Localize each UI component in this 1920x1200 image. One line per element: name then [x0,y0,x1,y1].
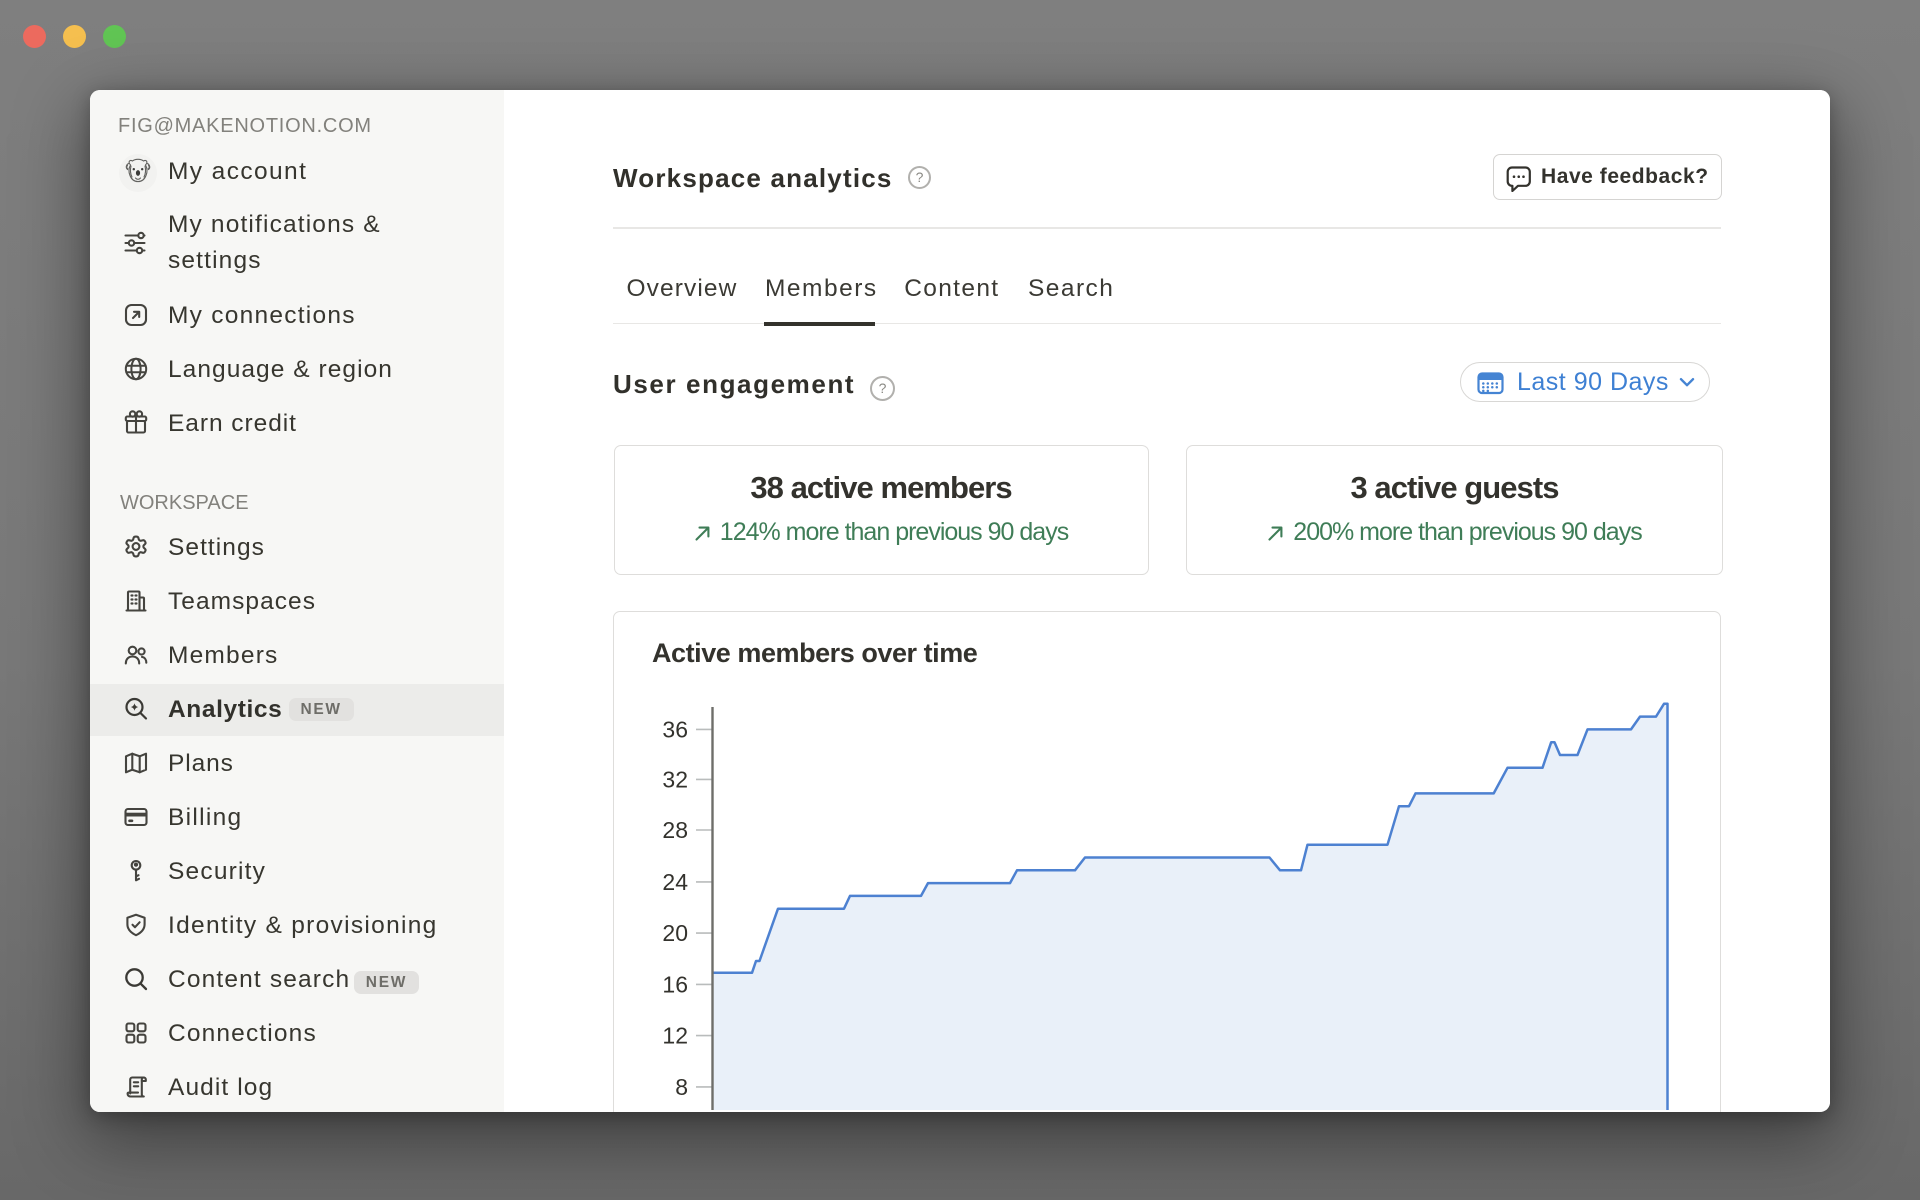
svg-text:8: 8 [675,1074,688,1100]
svg-text:12: 12 [662,1023,688,1049]
svg-text:32: 32 [662,766,688,792]
svg-text:36: 36 [662,716,688,742]
svg-text:28: 28 [662,817,688,843]
svg-text:24: 24 [662,869,688,895]
svg-text:20: 20 [662,920,688,946]
svg-text:16: 16 [662,971,688,997]
